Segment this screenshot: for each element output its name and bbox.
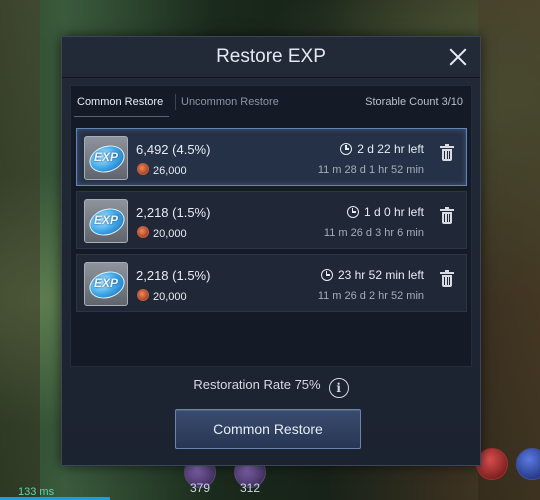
clock-icon	[320, 269, 333, 281]
restoration-rate: Restoration Rate 75%	[193, 377, 321, 392]
expiry-time: 11 m 26 d 2 hr 52 min	[317, 290, 424, 302]
exp-icon-label: EXP	[93, 150, 118, 164]
time-left: 1 d 0 hr left	[346, 205, 424, 219]
exp-icon: EXP	[84, 199, 129, 243]
cost-row: 20,000	[137, 289, 187, 303]
exp-amount: 2,218 (1.5%)	[136, 205, 211, 220]
restore-exp-dialog: Restore EXP Common Restore Uncommon Rest…	[61, 36, 481, 466]
background-pillar-right	[478, 0, 540, 500]
tab-common-restore[interactable]: Common Restore	[74, 96, 170, 117]
dialog-header: Restore EXP	[62, 37, 480, 78]
common-restore-button[interactable]: Common Restore	[175, 409, 361, 449]
coin-icon	[137, 226, 149, 238]
time-left-text: 2 d 22 hr left	[357, 142, 424, 156]
restore-panel: Common Restore Uncommon Restore Storable…	[70, 85, 472, 367]
cost-value: 20,000	[153, 228, 187, 240]
exp-icon: EXP	[84, 262, 129, 306]
hud-count-left: 379	[190, 481, 211, 495]
storable-count: Storable Count 3/10	[365, 96, 463, 108]
exp-amount: 6,492 (4.5%)	[136, 142, 211, 157]
expiry-time: 11 m 26 d 3 hr 6 min	[323, 227, 424, 239]
close-icon[interactable]	[446, 45, 470, 69]
tab-bar: Common Restore Uncommon Restore Storable…	[71, 86, 471, 118]
exp-amount: 2,218 (1.5%)	[136, 268, 211, 283]
trash-icon[interactable]	[440, 207, 454, 224]
info-icon[interactable]: i	[328, 378, 349, 398]
coin-icon	[137, 289, 149, 301]
cost-value: 20,000	[153, 291, 187, 303]
clock-icon	[346, 206, 359, 218]
time-left: 23 hr 52 min left	[320, 268, 424, 282]
exp-icon-label: EXP	[93, 213, 118, 227]
cost-row: 20,000	[137, 226, 187, 240]
expiry-time: 11 m 28 d 1 hr 52 min	[317, 164, 424, 176]
trash-icon[interactable]	[440, 144, 454, 161]
cost-value: 26,000	[153, 165, 187, 177]
background-pillar-left	[0, 0, 40, 500]
cost-row: 26,000	[137, 163, 187, 177]
time-left-text: 23 hr 52 min left	[337, 268, 424, 282]
exp-restore-item[interactable]: EXP 2,218 (1.5%) 20,000 1 d 0 hr left 11…	[76, 191, 467, 249]
clock-icon	[340, 143, 353, 155]
exp-icon-label: EXP	[93, 276, 118, 290]
mana-icon[interactable]	[516, 448, 540, 480]
coin-icon	[137, 163, 149, 175]
trash-icon[interactable]	[440, 270, 454, 287]
hud-count-right: 312	[240, 481, 261, 495]
exp-restore-item[interactable]: EXP 6,492 (4.5%) 26,000 2 d 22 hr left 1…	[76, 128, 467, 186]
tab-divider	[175, 94, 176, 110]
dialog-title: Restore EXP	[216, 46, 326, 67]
exp-restore-item[interactable]: EXP 2,218 (1.5%) 20,000 23 hr 52 min lef…	[76, 254, 467, 312]
time-left-text: 1 d 0 hr left	[363, 205, 424, 219]
tab-uncommon-restore[interactable]: Uncommon Restore	[181, 96, 279, 108]
exp-icon: EXP	[84, 136, 129, 180]
restoration-rate-row: Restoration Rate 75% i	[62, 377, 480, 398]
time-left: 2 d 22 hr left	[340, 142, 424, 156]
